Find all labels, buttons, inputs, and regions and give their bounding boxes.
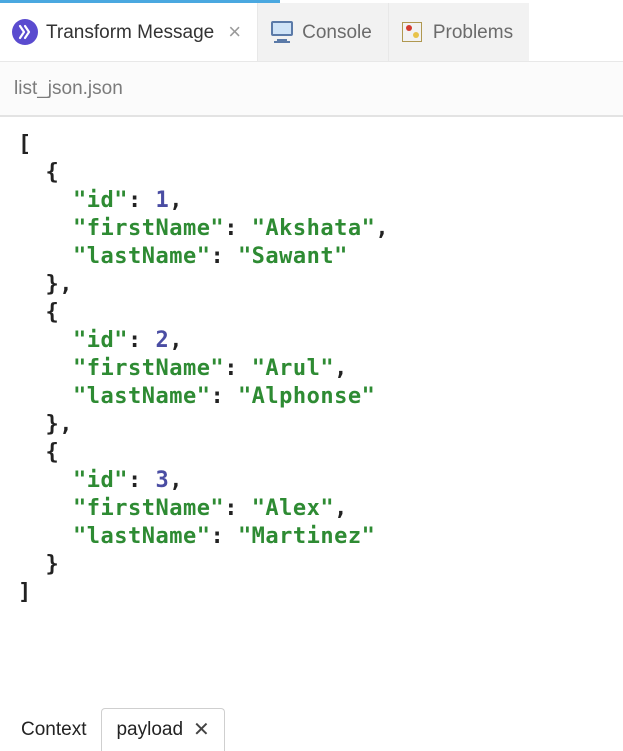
bottom-tab-context-label: Context xyxy=(21,719,86,741)
tab-problems-label: Problems xyxy=(433,20,513,44)
transform-message-icon xyxy=(12,19,38,45)
tab-transform-message-label: Transform Message xyxy=(46,20,214,44)
bottom-tab-context[interactable]: Context xyxy=(6,708,101,751)
close-icon[interactable]: ✕ xyxy=(193,720,210,740)
editor-tab-strip: Transform Message × Console Problems xyxy=(0,3,623,62)
code-editor[interactable]: [ { "id": 1, "firstName": "Akshata", "la… xyxy=(0,117,623,707)
console-icon xyxy=(270,21,294,43)
tab-transform-message[interactable]: Transform Message × xyxy=(0,3,258,61)
bottom-tab-strip: Context payload ✕ xyxy=(0,707,623,751)
tab-console[interactable]: Console xyxy=(258,3,389,61)
bottom-tab-payload-label: payload xyxy=(116,719,183,741)
file-name-bar: list_json.json xyxy=(0,62,623,117)
bottom-tab-payload[interactable]: payload ✕ xyxy=(101,708,224,751)
tab-problems[interactable]: Problems xyxy=(389,3,529,61)
problems-icon xyxy=(401,20,425,44)
tab-console-label: Console xyxy=(302,20,372,44)
file-name: list_json.json xyxy=(14,78,123,100)
close-icon[interactable]: × xyxy=(228,21,241,43)
